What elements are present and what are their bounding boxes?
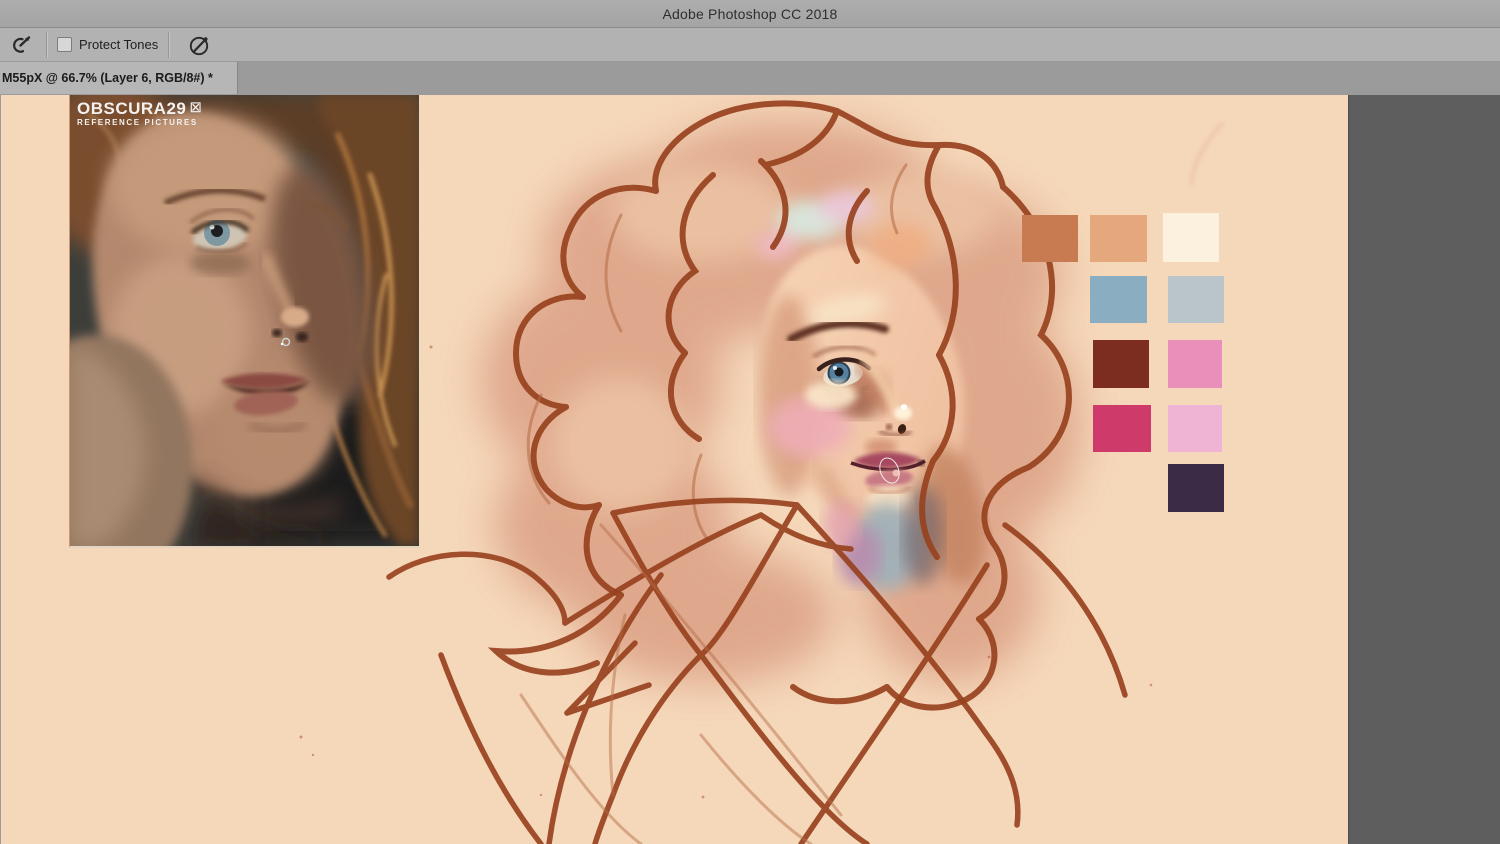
- canvas-document[interactable]: OBSCURA29 ⊠ REFERENCE PICTURES: [0, 95, 1348, 844]
- watermark-tagline: REFERENCE PICTURES: [77, 118, 198, 127]
- paint-swatch: [1163, 213, 1219, 262]
- protect-tones-checkbox[interactable]: [57, 37, 72, 52]
- paint-swatch: [1093, 340, 1149, 388]
- airbrush-pressure-icon[interactable]: [185, 32, 215, 58]
- paint-swatch: [1168, 276, 1224, 323]
- watermark: OBSCURA29 ⊠ REFERENCE PICTURES: [77, 100, 202, 127]
- document-tab[interactable]: M55pX @ 66.7% (Layer 6, RGB/8#) *: [0, 62, 238, 94]
- obscura-logo-icon: ⊠: [189, 99, 203, 116]
- watermark-brand: OBSCURA29: [77, 99, 187, 118]
- options-bar: Protect Tones: [0, 28, 1500, 62]
- paint-swatch: [1090, 276, 1147, 323]
- paint-swatch: [1022, 215, 1078, 262]
- protect-tones-label: Protect Tones: [79, 37, 159, 52]
- paint-swatch: [1093, 405, 1151, 452]
- window-title: Adobe Photoshop CC 2018: [662, 5, 838, 22]
- reference-photo-image: [70, 95, 419, 546]
- titlebar: Adobe Photoshop CC 2018: [0, 0, 1500, 28]
- paint-swatch: [1090, 215, 1147, 262]
- reference-photo: OBSCURA29 ⊠ REFERENCE PICTURES: [69, 95, 419, 548]
- pasteboard: [1348, 95, 1500, 844]
- document-tab-label: M55pX @ 66.7% (Layer 6, RGB/8#) *: [2, 71, 213, 85]
- photoshop-window: Adobe Photoshop CC 2018 Protect Tones M5…: [0, 0, 1500, 844]
- paint-swatch: [1168, 340, 1222, 388]
- divider: [46, 31, 47, 58]
- paint-swatch: [1168, 464, 1224, 512]
- document-tab-bar: M55pX @ 66.7% (Layer 6, RGB/8#) *: [0, 62, 1500, 96]
- burn-tool-icon[interactable]: [6, 32, 36, 58]
- paint-swatch: [1168, 405, 1222, 452]
- divider: [168, 31, 170, 58]
- protect-tones-control[interactable]: Protect Tones: [57, 37, 158, 52]
- workspace: OBSCURA29 ⊠ REFERENCE PICTURES: [0, 95, 1500, 844]
